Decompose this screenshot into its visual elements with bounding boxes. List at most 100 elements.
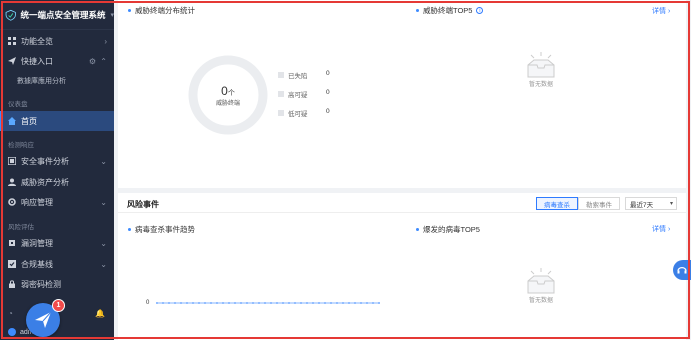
logo-icon: [5, 9, 16, 21]
trend-point: [168, 302, 170, 304]
legend-value: 0: [326, 89, 330, 96]
empty-box-icon: [527, 268, 555, 294]
checklist-icon: [8, 260, 16, 268]
trend-point: [228, 302, 230, 304]
trend-point: [294, 302, 296, 304]
virus-top5-title: 爆发的病毒TOP5: [416, 224, 480, 235]
send-icon: [8, 57, 16, 65]
trend-point: [192, 302, 194, 304]
trend-point: [372, 302, 374, 304]
section-label-dashboard: 仪表盘: [8, 101, 28, 108]
bullet-icon: [128, 228, 131, 231]
risk-events-panel: 风险事件 病毒查杀 勒索事件 最近7天 ▾ 病毒查杀事件趋势 爆发的病毒TOP5…: [118, 193, 686, 340]
chevron-right-icon: ›: [104, 36, 107, 46]
user-icon: [8, 178, 16, 186]
legend-value: 0: [326, 70, 330, 77]
legend-swatch: [278, 91, 284, 97]
donut-center-label: 威胁终端: [215, 101, 240, 107]
trend-point: [186, 302, 188, 304]
sidebar-item-security-events[interactable]: 安全事件分析 ⌄: [0, 151, 114, 171]
gear-icon[interactable]: ⚙: [89, 57, 96, 66]
sidebar-item-label: 數據庫應用分析: [17, 78, 66, 85]
sidebar-item-threat-assets[interactable]: 威胁资产分析: [0, 172, 114, 192]
sidebar-item-shortcuts[interactable]: 快捷入口 ⚙ ⌃: [0, 51, 114, 71]
trend-point: [300, 302, 302, 304]
trend-point: [162, 302, 164, 304]
section-label-risk: 风险评估: [8, 224, 34, 231]
legend-swatch: [278, 110, 284, 116]
sidebar-item-label: 合规基线: [21, 259, 53, 269]
trend-point: [216, 302, 218, 304]
feedback-button[interactable]: [673, 260, 691, 280]
risk-events-title: 风险事件: [127, 200, 159, 209]
gear-icon: [8, 198, 16, 206]
sidebar-item-db-analysis[interactable]: 數據庫應用分析: [0, 71, 114, 91]
paper-plane-icon: [35, 311, 52, 328]
sidebar-item-label: 响应管理: [21, 197, 53, 207]
trend-point: [336, 302, 338, 304]
avatar: [8, 328, 16, 336]
sidebar-item-label: 弱密码检测: [21, 279, 61, 289]
legend-item-high-suspicion: 高可疑: [278, 89, 308, 99]
trend-point: [318, 302, 320, 304]
info-icon[interactable]: i: [476, 7, 484, 14]
sidebar-item-label: 漏洞管理: [21, 238, 53, 248]
trend-point: [312, 302, 314, 304]
trend-point: [354, 302, 356, 304]
trend-point: [240, 302, 242, 304]
tab-virus-kill[interactable]: 病毒查杀: [536, 197, 578, 210]
virus-top5-detail-link[interactable]: 详情 ›: [652, 224, 670, 234]
trend-point: [180, 302, 182, 304]
sidebar-item-compliance[interactable]: 合规基线 ⌄: [0, 254, 114, 274]
logo-row[interactable]: 统一端点安全管理系统 ▾: [0, 0, 114, 30]
trend-point: [276, 302, 278, 304]
chevron-up-icon: ⌃: [100, 56, 107, 66]
legend-item-low-suspicion: 低可疑: [278, 108, 308, 118]
trend-point: [348, 302, 350, 304]
sidebar-item-vulnerability[interactable]: 漏洞管理 ⌄: [0, 233, 114, 253]
time-range-select[interactable]: 最近7天 ▾: [625, 197, 677, 210]
empty-state-text: 暂无数据: [528, 82, 553, 88]
trend-point: [366, 302, 368, 304]
trend-point: [288, 302, 290, 304]
y-axis-tick: 0: [146, 300, 150, 306]
trend-point: [378, 302, 380, 304]
threat-top5-detail-link[interactable]: 详情 ›: [652, 6, 670, 16]
empty-box-icon: [527, 52, 555, 78]
empty-state-text: 暂无数据: [528, 298, 553, 304]
tab-ransomware[interactable]: 勒索事件: [578, 197, 620, 210]
trend-point: [360, 302, 362, 304]
section-label-detect: 检测响应: [8, 142, 34, 149]
sidebar-item-label: 安全事件分析: [21, 156, 69, 166]
chevron-down-icon: ⌄: [100, 238, 107, 248]
donut-center-value: 0个: [221, 84, 235, 98]
sidebar-item-label: 快捷入口: [21, 56, 53, 66]
trend-point: [324, 302, 326, 304]
trend-point: [234, 302, 236, 304]
notification-badge: 1: [52, 299, 65, 312]
chevron-down-icon: ▾: [669, 201, 673, 207]
sidebar-item-home[interactable]: 首页: [0, 111, 114, 131]
virus-trend-line: [156, 302, 380, 304]
threat-terminal-panel: 威胁终端分布统计 威胁终端TOP5 i 详情 › 0个 威胁终端 已失陷 0 高…: [118, 0, 686, 188]
sidebar-item-overview[interactable]: 功能全览 ›: [0, 31, 114, 51]
headset-icon: [677, 267, 687, 274]
legend-item-compromised: 已失陷: [278, 70, 308, 80]
trend-point: [204, 302, 206, 304]
sidebar-item-weak-password[interactable]: 弱密码检测: [0, 274, 114, 294]
sidebar: 统一端点安全管理系统 ▾ 功能全览 › 快捷入口 ⚙ ⌃ 數據庫應用分析 仪表盘…: [0, 0, 114, 340]
trend-point: [270, 302, 272, 304]
trend-point: [264, 302, 266, 304]
trend-point: [222, 302, 224, 304]
chevron-down-icon[interactable]: ▾: [110, 11, 114, 19]
sidebar-item-label: 首页: [21, 116, 37, 126]
bug-icon: [9, 240, 15, 246]
bell-icon[interactable]: 🔔: [95, 309, 105, 318]
trend-point: [210, 302, 212, 304]
bullet-icon: [128, 9, 131, 12]
risk-events-header: 风险事件 病毒查杀 勒索事件 最近7天 ▾: [118, 193, 686, 213]
legend-swatch: [278, 72, 284, 78]
sidebar-item-response[interactable]: 响应管理 ⌄: [0, 192, 114, 212]
sidebar-item-label: 威胁资产分析: [21, 177, 69, 187]
help-icon[interactable]: ◔: [8, 309, 13, 318]
